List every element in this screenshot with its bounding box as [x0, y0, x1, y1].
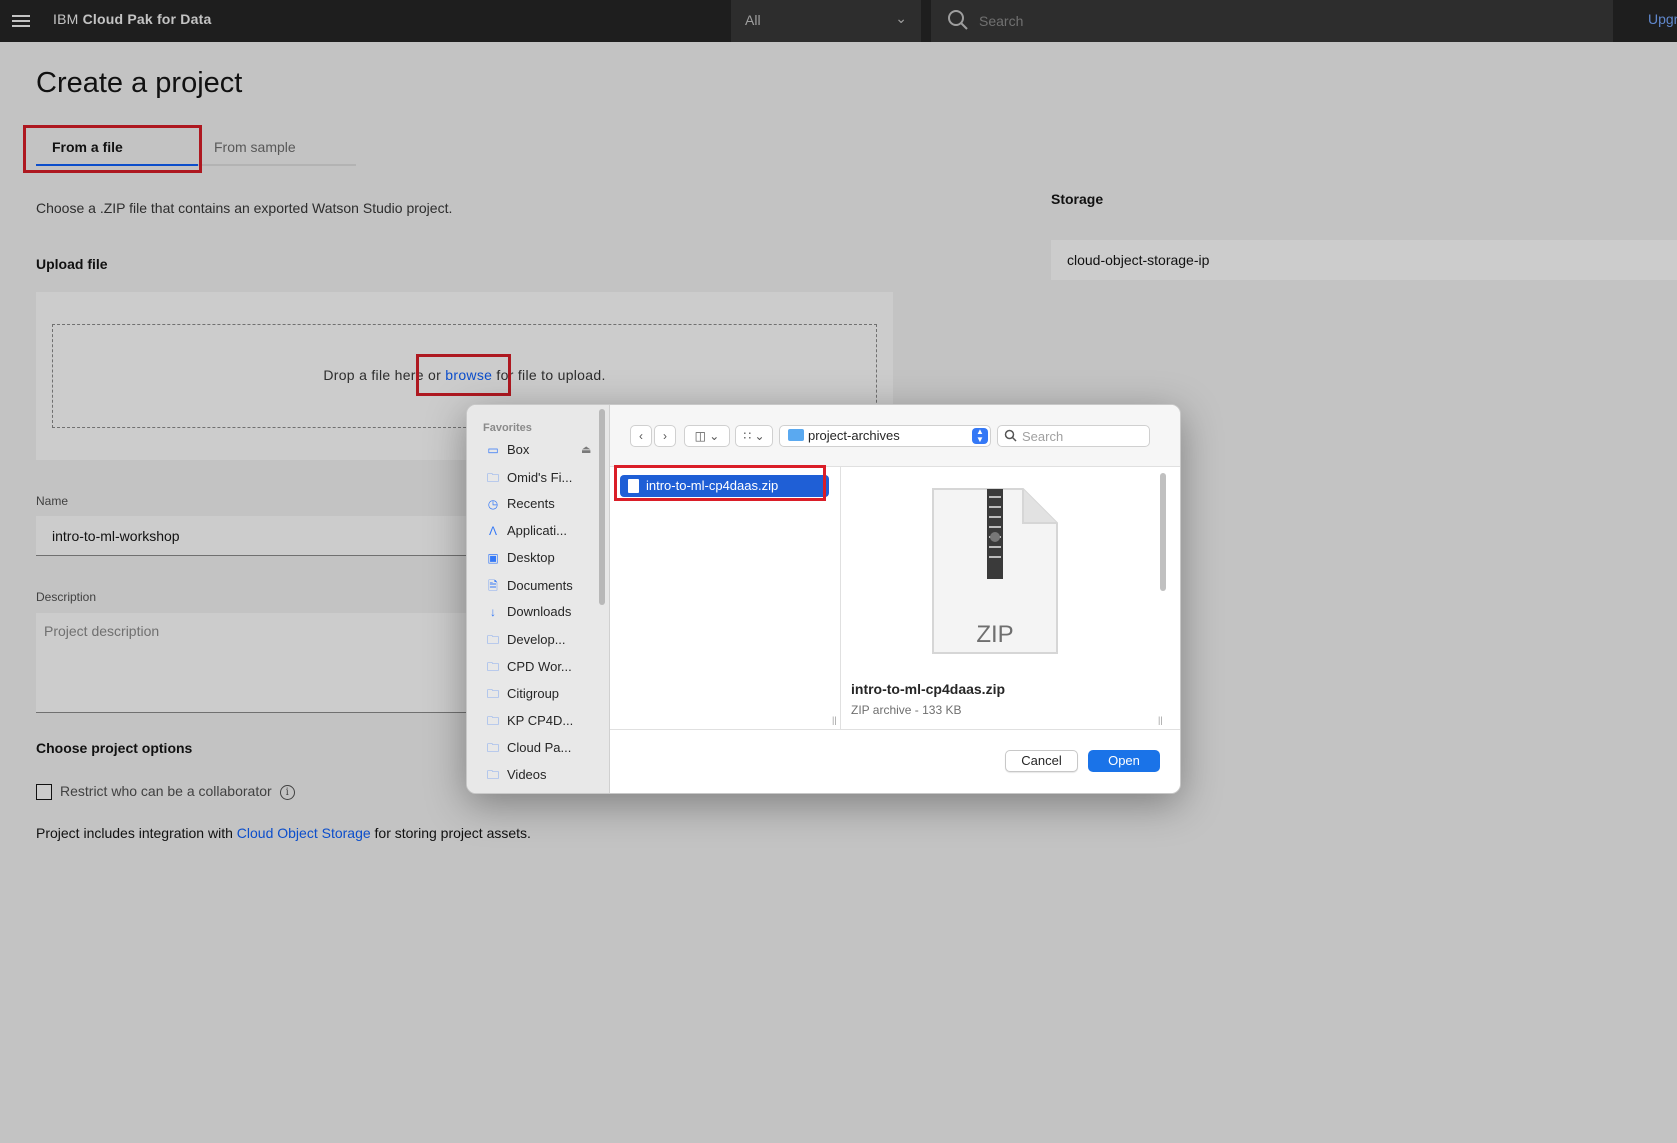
sidebar-item-label: Applicati...	[507, 523, 567, 538]
folder-icon: 🗀	[486, 714, 499, 728]
sidebar-item-downloads[interactable]: ↓ Downloads	[485, 604, 571, 626]
folder-icon: 🗀	[486, 768, 499, 782]
finder-search[interactable]	[997, 425, 1150, 447]
sidebar-item-box[interactable]: ▭ Box ⏏	[485, 442, 591, 464]
open-button[interactable]: Open	[1088, 750, 1160, 772]
sidebar-item-desktop[interactable]: ▣ Desktop	[485, 550, 555, 572]
sidebar-item-label: Downloads	[507, 604, 572, 619]
forward-button[interactable]: ›	[654, 425, 676, 447]
applications-icon: Λ	[488, 524, 497, 538]
sidebar-item-label: Cloud Pa...	[507, 740, 572, 755]
download-icon: ↓	[490, 605, 496, 619]
cancel-button[interactable]: Cancel	[1005, 750, 1078, 772]
sidebar-item-omids-files[interactable]: 🗀 Omid's Fi...	[485, 469, 572, 491]
preview-file-name: intro-to-ml-cp4daas.zip	[851, 681, 1006, 697]
preview-scrollbar[interactable]	[1160, 473, 1166, 591]
sidebar-item-label: Omid's Fi...	[507, 470, 573, 485]
sidebar-item-label: Recents	[507, 496, 555, 511]
sidebar-item-label: Citigroup	[507, 686, 560, 701]
view-mode-button[interactable]: ◫ ⌄	[684, 425, 730, 447]
sidebar-item-videos[interactable]: 🗀 Videos	[485, 766, 547, 788]
column-resize-handle[interactable]: ||	[1158, 715, 1163, 725]
desktop-icon: ▣	[487, 551, 499, 565]
columns-view-icon: ◫ ⌄	[694, 429, 720, 443]
sidebar-item-recents[interactable]: ◷ Recents	[485, 496, 555, 518]
sidebar-scrollbar[interactable]	[599, 409, 605, 605]
zip-file-icon	[628, 479, 639, 493]
file-open-dialog: Favorites ▭ Box ⏏ 🗀 Omid's Fi... ◷ Recents Λ…	[466, 404, 1181, 794]
chevron-right-icon: ›	[663, 429, 667, 443]
sidebar-item-label: Box	[507, 442, 530, 457]
sidebar-item-documents[interactable]: 🗎 Documents	[485, 577, 573, 599]
file-preview: ZIP intro-to-ml-cp4daas.zip ZIP archive …	[841, 467, 1180, 729]
folder-icon: 🗀	[486, 687, 499, 701]
grid-icon: ∷ ⌄	[743, 429, 765, 443]
sidebar-item-label: CPD Wor...	[507, 659, 572, 674]
folder-icon	[788, 429, 804, 441]
sidebar-item-label: Desktop	[507, 550, 555, 565]
location-popup[interactable]: project-archives ▲ ▼	[779, 425, 991, 447]
sidebar-item-label: Videos	[507, 767, 547, 782]
sidebar-item-cpd-workshop[interactable]: 🗀 CPD Wor...	[485, 658, 572, 680]
current-folder-name: project-archives	[808, 428, 900, 443]
sidebar-item-cloud-pak[interactable]: 🗀 Cloud Pa...	[485, 739, 571, 761]
folder-icon: 🗀	[486, 741, 499, 755]
sidebar-item-label: Documents	[507, 578, 573, 593]
back-button[interactable]: ‹	[630, 425, 652, 447]
finder-toolbar: ‹ › ◫ ⌄ ∷ ⌄ project-archives ▲ ▼	[610, 405, 1180, 467]
folder-icon: 🗀	[486, 471, 499, 485]
preview-file-meta: ZIP archive - 133 KB	[851, 703, 962, 717]
eject-icon[interactable]: ⏏	[581, 443, 591, 456]
finder-sidebar: Favorites ▭ Box ⏏ 🗀 Omid's Fi... ◷ Recents Λ…	[467, 405, 610, 793]
dialog-footer: Cancel Open	[610, 729, 1180, 793]
favorites-heading: Favorites	[483, 422, 532, 434]
folder-icon: 🗀	[486, 660, 499, 674]
finder-search-input[interactable]	[1022, 428, 1142, 444]
folder-icon: 🗀	[486, 633, 499, 647]
file-name: intro-to-ml-cp4daas.zip	[646, 478, 779, 493]
column-resize-handle[interactable]: ||	[832, 715, 837, 725]
preview-badge: ZIP	[976, 621, 1014, 648]
clock-icon: ◷	[487, 497, 499, 511]
search-icon	[1004, 429, 1017, 442]
document-icon: 🗎	[488, 579, 498, 593]
sidebar-item-citigroup[interactable]: 🗀 Citigroup	[485, 685, 559, 707]
up-down-arrows-icon: ▲ ▼	[972, 428, 988, 444]
file-list-column: intro-to-ml-cp4daas.zip ||	[610, 467, 841, 729]
file-row-selected[interactable]: intro-to-ml-cp4daas.zip	[620, 475, 829, 497]
sidebar-item-developer[interactable]: 🗀 Develop...	[485, 631, 566, 653]
sidebar-item-label: KP CP4D...	[507, 713, 574, 728]
sidebar-item-label: Develop...	[507, 632, 566, 647]
drive-icon: ▭	[487, 443, 499, 457]
sidebar-item-applications[interactable]: Λ Applicati...	[485, 523, 567, 545]
chevron-left-icon: ‹	[639, 429, 643, 443]
group-mode-button[interactable]: ∷ ⌄	[735, 425, 773, 447]
sidebar-item-kp-cp4d[interactable]: 🗀 KP CP4D...	[485, 712, 573, 734]
